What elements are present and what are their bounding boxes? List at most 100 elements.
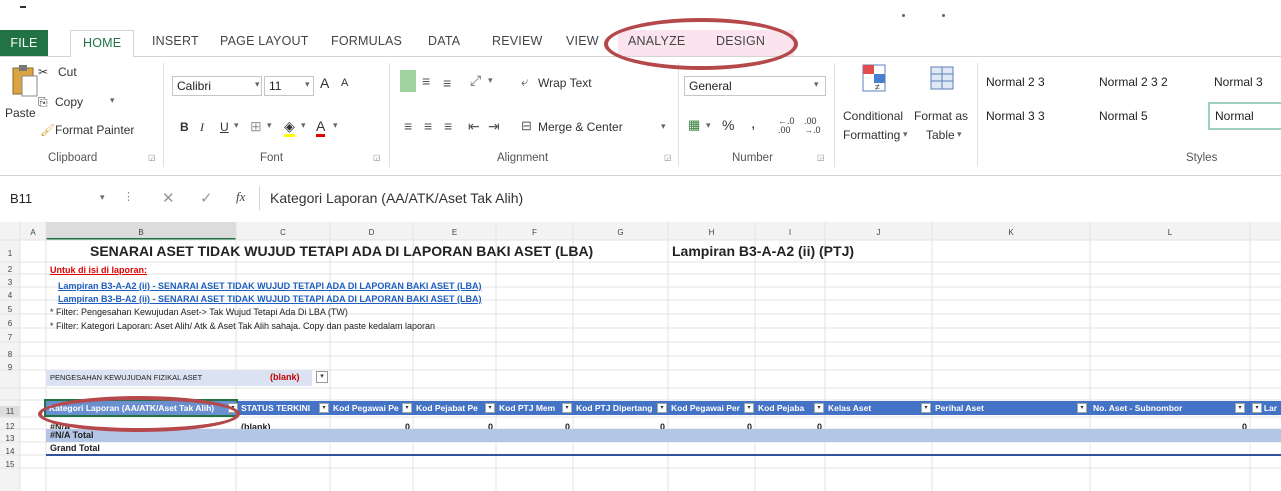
column-header[interactable]: A [20, 228, 46, 240]
pivot-dropdown-icon[interactable]: ▾ [744, 403, 754, 413]
pivot-subtotal-label[interactable]: #N/A Total [50, 430, 94, 440]
row-number[interactable]: 9 [0, 363, 20, 372]
style-normal-2-3-2[interactable]: Normal 2 3 2 [1099, 75, 1168, 89]
column-header[interactable]: H [668, 228, 755, 240]
pivot-dropdown-icon[interactable]: ▾ [319, 403, 329, 413]
format-as-table-button-line2[interactable]: Table [926, 128, 955, 142]
style-normal-3-3[interactable]: Normal 3 3 [986, 109, 1045, 123]
pivot-header-kod-pegawai-pe[interactable]: Kod Pegawai Pe [330, 401, 413, 415]
pivot-dropdown-icon[interactable]: ▾ [921, 403, 931, 413]
wrap-text-icon[interactable]: ⤶ [521, 74, 528, 90]
format-as-table-dropdown-icon[interactable]: ▾ [957, 129, 962, 140]
accounting-icon[interactable]: ▦ [688, 117, 700, 133]
tab-data[interactable]: DATA [428, 34, 460, 48]
merge-dropdown-icon[interactable]: ▾ [661, 121, 666, 132]
name-box[interactable]: B11 [10, 191, 32, 206]
font-size-dropdown-icon[interactable]: ▾ [305, 79, 310, 90]
column-header[interactable]: C [236, 228, 330, 240]
cut-button[interactable]: Cut [58, 65, 77, 79]
column-header[interactable]: B [46, 228, 236, 240]
column-header[interactable]: G [573, 228, 668, 240]
merge-center-icon[interactable]: ⊟ [521, 118, 532, 134]
pivot-dropdown-icon[interactable]: ▾ [485, 403, 495, 413]
row-number[interactable]: 13 [0, 434, 20, 443]
column-header[interactable]: L [1090, 228, 1250, 240]
filter-note-1[interactable]: * Filter: Pengesahan Kewujudan Aset-> Ta… [50, 307, 348, 317]
paste-icon[interactable] [8, 63, 40, 99]
pivot-dropdown-icon[interactable]: ▾ [1235, 403, 1245, 413]
pivot-dropdown-icon[interactable]: ▾ [562, 403, 572, 413]
format-painter-button[interactable]: Format Painter [55, 123, 134, 137]
pivot-header-no-aset[interactable]: No. Aset - Subnombor [1090, 401, 1250, 415]
report-link-1[interactable]: Lampiran B3-A-A2 (ii) - SENARAI ASET TID… [58, 281, 482, 291]
format-as-table-button[interactable]: Format as [914, 109, 968, 123]
row-number[interactable]: 1 [0, 249, 20, 258]
font-launcher-icon[interactable]: ◲ [373, 153, 381, 162]
row-number[interactable]: 8 [0, 350, 20, 359]
name-box-dropdown-icon[interactable]: ▾ [100, 192, 105, 203]
enter-icon[interactable]: ✓ [200, 189, 213, 207]
column-header[interactable]: F [496, 228, 573, 240]
percent-button[interactable]: % [722, 117, 734, 133]
row-number[interactable]: 14 [0, 447, 20, 456]
accounting-dropdown-icon[interactable]: ▾ [706, 120, 711, 131]
borders-icon[interactable]: ⊞ [250, 118, 262, 135]
pivot-grand-total-label[interactable]: Grand Total [50, 443, 100, 453]
row-number[interactable]: 12 [0, 422, 20, 431]
merge-center-button[interactable]: Merge & Center [538, 120, 623, 134]
style-normal-2-3[interactable]: Normal 2 3 [986, 75, 1045, 89]
format-painter-icon[interactable]: 🖌 [40, 123, 55, 137]
italic-button[interactable]: I [200, 120, 204, 135]
style-normal[interactable]: Normal [1208, 102, 1281, 130]
align-bottom-icon[interactable]: ≡ [443, 75, 451, 91]
pivot-header-kelas-aset[interactable]: Kelas Aset [825, 401, 932, 415]
report-link-2[interactable]: Lampiran B3-B-A2 (ii) - SENARAI ASET TID… [58, 294, 482, 304]
pivot-dropdown-icon[interactable]: ▾ [1077, 403, 1087, 413]
pivot-header-status[interactable]: STATUS TERKINI [238, 401, 330, 415]
fill-color-dropdown-icon[interactable]: ▾ [301, 120, 306, 131]
filter-note-2[interactable]: * Filter: Kategori Laporan: Aset Alih/ A… [50, 321, 435, 331]
conditional-formatting-dropdown-icon[interactable]: ▾ [903, 129, 908, 140]
cut-icon[interactable]: ✂ [38, 65, 48, 79]
row-number[interactable]: 5 [0, 305, 20, 314]
style-normal-5[interactable]: Normal 5 [1099, 109, 1148, 123]
bold-button[interactable]: B [180, 120, 189, 134]
pivot-dropdown-icon[interactable]: ▾ [402, 403, 412, 413]
underline-button[interactable]: U [220, 120, 229, 134]
copy-button[interactable]: Copy [55, 95, 83, 109]
pivot-dropdown-icon[interactable]: ▾ [1252, 403, 1262, 413]
alignment-launcher-icon[interactable]: ◲ [664, 153, 672, 162]
conditional-formatting-icon[interactable]: ≠ [860, 62, 888, 94]
copy-icon[interactable]: ⎘ [38, 95, 48, 110]
tab-page-layout[interactable]: PAGE LAYOUT [220, 34, 309, 48]
conditional-formatting-button[interactable]: Conditional [843, 109, 903, 123]
font-color-dropdown-icon[interactable]: ▾ [333, 120, 338, 131]
row-number[interactable]: 6 [0, 319, 20, 328]
paste-button[interactable]: Paste [5, 106, 36, 120]
pivot-filter-value[interactable]: (blank) [270, 372, 300, 382]
borders-dropdown-icon[interactable]: ▾ [267, 120, 272, 131]
pivot-header-kod-pejabat-pe[interactable]: Kod Pejabat Pe [413, 401, 496, 415]
decrease-decimal-button[interactable]: .00 →.0 [804, 117, 822, 135]
column-header[interactable]: J [825, 228, 932, 240]
tab-file[interactable]: FILE [0, 30, 48, 56]
row-number[interactable]: 3 [0, 278, 20, 287]
format-as-table-icon[interactable] [928, 62, 956, 94]
conditional-formatting-button-line2[interactable]: Formatting [843, 128, 900, 142]
align-right-icon[interactable]: ≡ [444, 118, 452, 134]
comma-button[interactable]: , [751, 115, 755, 133]
align-left-icon[interactable]: ≡ [404, 118, 412, 134]
decrease-indent-icon[interactable]: ⇤ [468, 118, 480, 135]
shrink-font-button[interactable]: A [341, 77, 348, 89]
pivot-header-kod-pegawai-per[interactable]: Kod Pegawai Per [668, 401, 755, 415]
tab-formulas[interactable]: FORMULAS [331, 34, 402, 48]
align-top-icon[interactable] [400, 70, 416, 92]
grow-font-button[interactable]: A [320, 75, 329, 91]
orientation-dropdown-icon[interactable]: ▾ [488, 75, 493, 86]
wrap-text-button[interactable]: Wrap Text [538, 76, 592, 90]
pivot-header-perihal-aset[interactable]: Perihal Aset [932, 401, 1090, 415]
number-format-dropdown-icon[interactable]: ▾ [814, 79, 819, 90]
align-middle-icon[interactable]: ≡ [422, 73, 430, 89]
lampiran-label[interactable]: Lampiran B3-A-A2 (ii) (PTJ) [672, 243, 854, 259]
orientation-icon[interactable]: ⤢ [470, 72, 481, 89]
